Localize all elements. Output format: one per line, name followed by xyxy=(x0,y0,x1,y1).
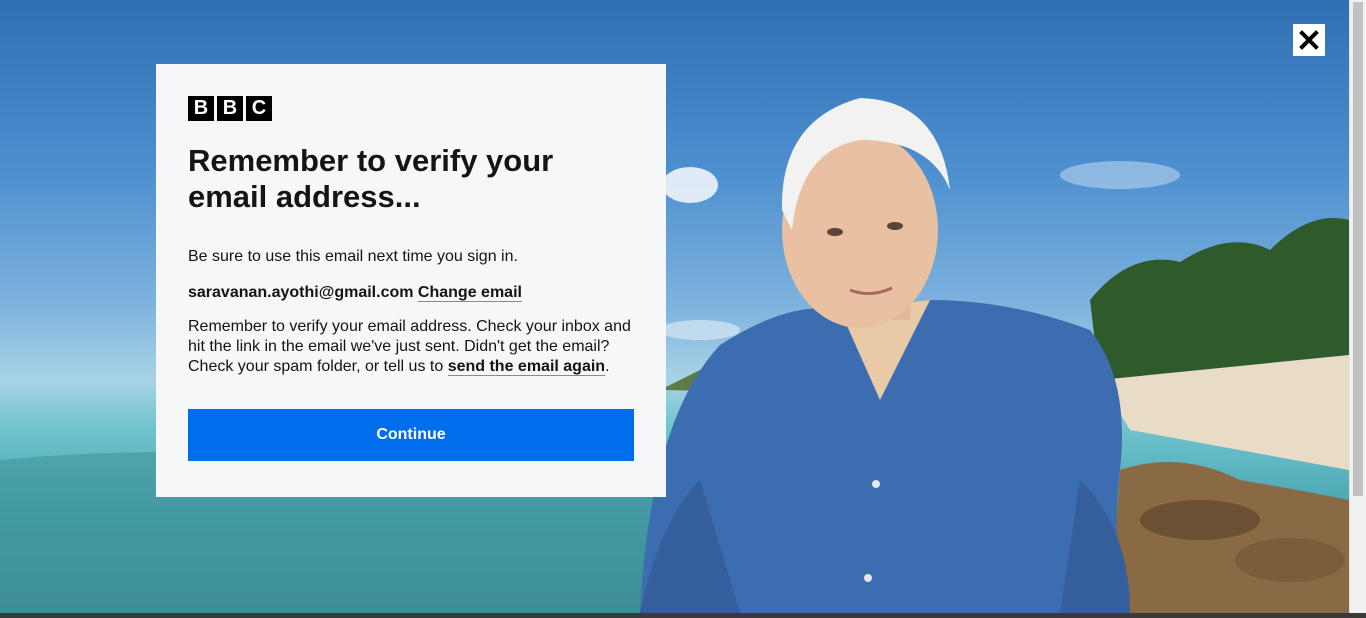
change-email-link[interactable]: Change email xyxy=(417,284,522,302)
close-icon xyxy=(1299,30,1319,50)
bottom-edge-bar xyxy=(0,613,1366,618)
verify-instructions: Remember to verify your email address. C… xyxy=(188,317,634,377)
verify-email-dialog: B B C Remember to verify your email addr… xyxy=(156,64,666,497)
logo-letter-c: C xyxy=(246,96,272,121)
resend-email-link[interactable]: send the email again xyxy=(447,358,606,376)
logo-letter-b1: B xyxy=(188,96,214,121)
bbc-logo: B B C xyxy=(188,96,634,121)
instructions-period: . xyxy=(605,358,610,375)
email-line: saravanan.ayothi@gmail.com Change email xyxy=(188,283,634,303)
dialog-title: Remember to verify your email address... xyxy=(188,143,554,214)
email-address: saravanan.ayothi@gmail.com xyxy=(188,284,414,301)
vertical-scrollbar[interactable] xyxy=(1349,0,1366,613)
close-button[interactable] xyxy=(1293,24,1325,56)
logo-letter-b2: B xyxy=(217,96,243,121)
continue-button[interactable]: Continue xyxy=(188,409,634,461)
intro-text: Be sure to use this email next time you … xyxy=(188,248,518,265)
scrollbar-thumb[interactable] xyxy=(1353,2,1363,496)
